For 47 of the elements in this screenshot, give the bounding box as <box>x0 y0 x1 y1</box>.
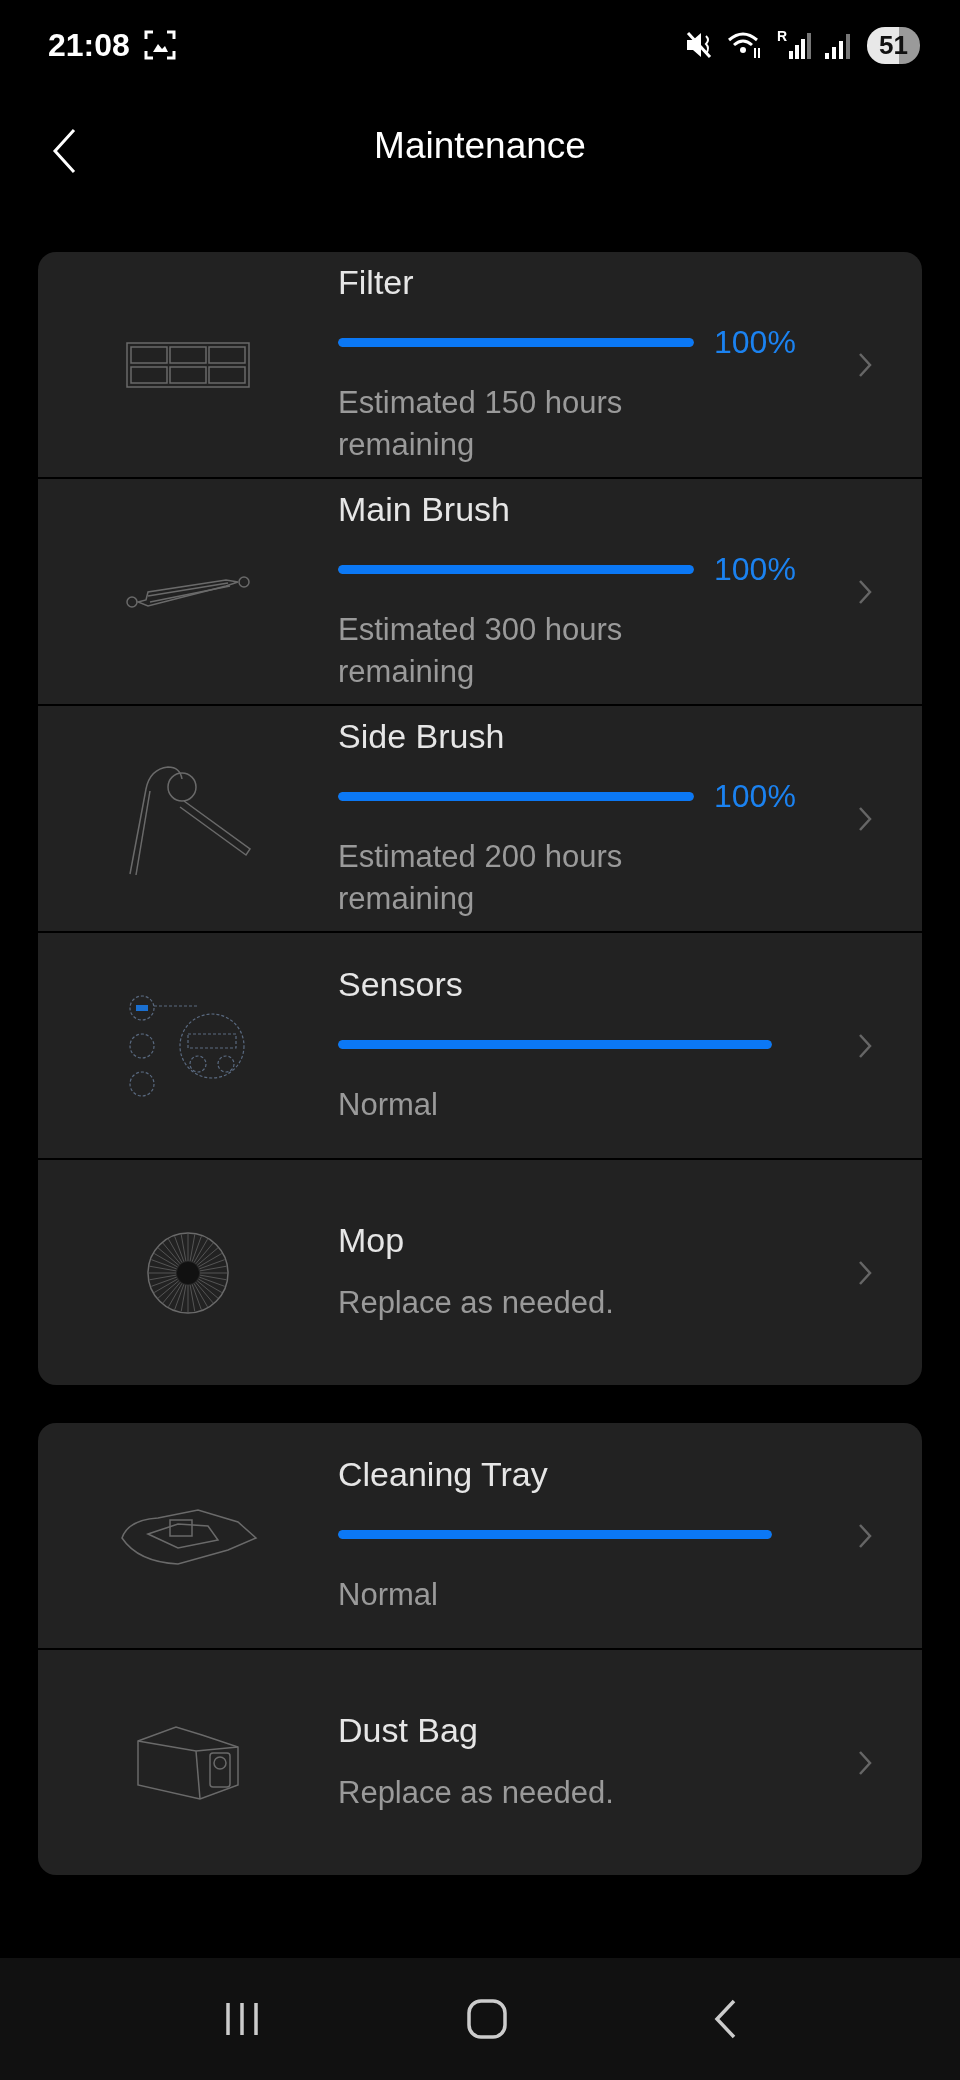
chevron-icon <box>858 1259 872 1286</box>
percent-label: 100% <box>714 323 796 361</box>
mute-icon <box>684 30 713 60</box>
chevron-icon <box>858 805 872 832</box>
roaming-label: R <box>776 28 788 44</box>
percent-label: 100% <box>714 550 796 588</box>
item-title: Sensors <box>338 965 464 1005</box>
maintenance-item[interactable]: Cleaning Tray Normal <box>38 1423 922 1648</box>
screenshot-icon <box>143 30 176 60</box>
sensors-icon <box>128 993 248 1098</box>
dust-bag-icon <box>136 1724 240 1801</box>
back-icon <box>52 128 76 174</box>
item-status: Estimated 150 hours remaining <box>338 384 624 464</box>
page-title: Maintenance <box>374 125 586 167</box>
brush-roll-icon <box>126 573 250 610</box>
percent-label: 100% <box>714 777 796 815</box>
item-status: Estimated 200 hours remaining <box>338 838 624 918</box>
signal-icon <box>789 31 812 59</box>
item-title: Main Brush <box>338 490 511 530</box>
maintenance-item[interactable]: Dust Bag Replace as needed. <box>38 1650 922 1875</box>
maintenance-item[interactable]: Sensors Normal <box>38 933 922 1158</box>
item-title: Cleaning Tray <box>338 1455 549 1495</box>
wifi-icon <box>726 30 763 60</box>
item-status: Estimated 300 hours remaining <box>338 611 624 691</box>
chevron-icon <box>858 578 872 605</box>
item-status: Normal <box>338 1576 439 1615</box>
maintenance-item[interactable]: Filter 100% Estimated 150 hours remaining <box>38 252 922 477</box>
maintenance-item[interactable]: Main Brush 100% Estimated 300 hours remaining <box>38 479 922 704</box>
chevron-icon <box>858 1032 872 1059</box>
filter-icon <box>126 341 250 388</box>
chevron-icon <box>858 1522 872 1549</box>
item-status: Replace as needed. <box>338 1284 615 1323</box>
chevron-icon <box>858 351 872 378</box>
item-title: Side Brush <box>338 717 506 757</box>
item-status: Replace as needed. <box>338 1774 615 1813</box>
back-icon <box>712 1998 738 2040</box>
mop-pad-icon <box>146 1230 230 1315</box>
battery-level: 51 <box>867 26 920 64</box>
maintenance-item[interactable]: Side Brush 100% Estimated 200 hours remaining <box>38 706 922 931</box>
item-title: Filter <box>338 263 415 303</box>
home-icon <box>466 1998 508 2040</box>
chevron-icon <box>858 1749 872 1776</box>
item-title: Mop <box>338 1221 406 1261</box>
item-title: Dust Bag <box>338 1711 479 1751</box>
item-status: Normal <box>338 1086 439 1125</box>
status-time: 21:08 <box>48 26 130 64</box>
maintenance-item[interactable]: Mop Replace as needed. <box>38 1160 922 1385</box>
